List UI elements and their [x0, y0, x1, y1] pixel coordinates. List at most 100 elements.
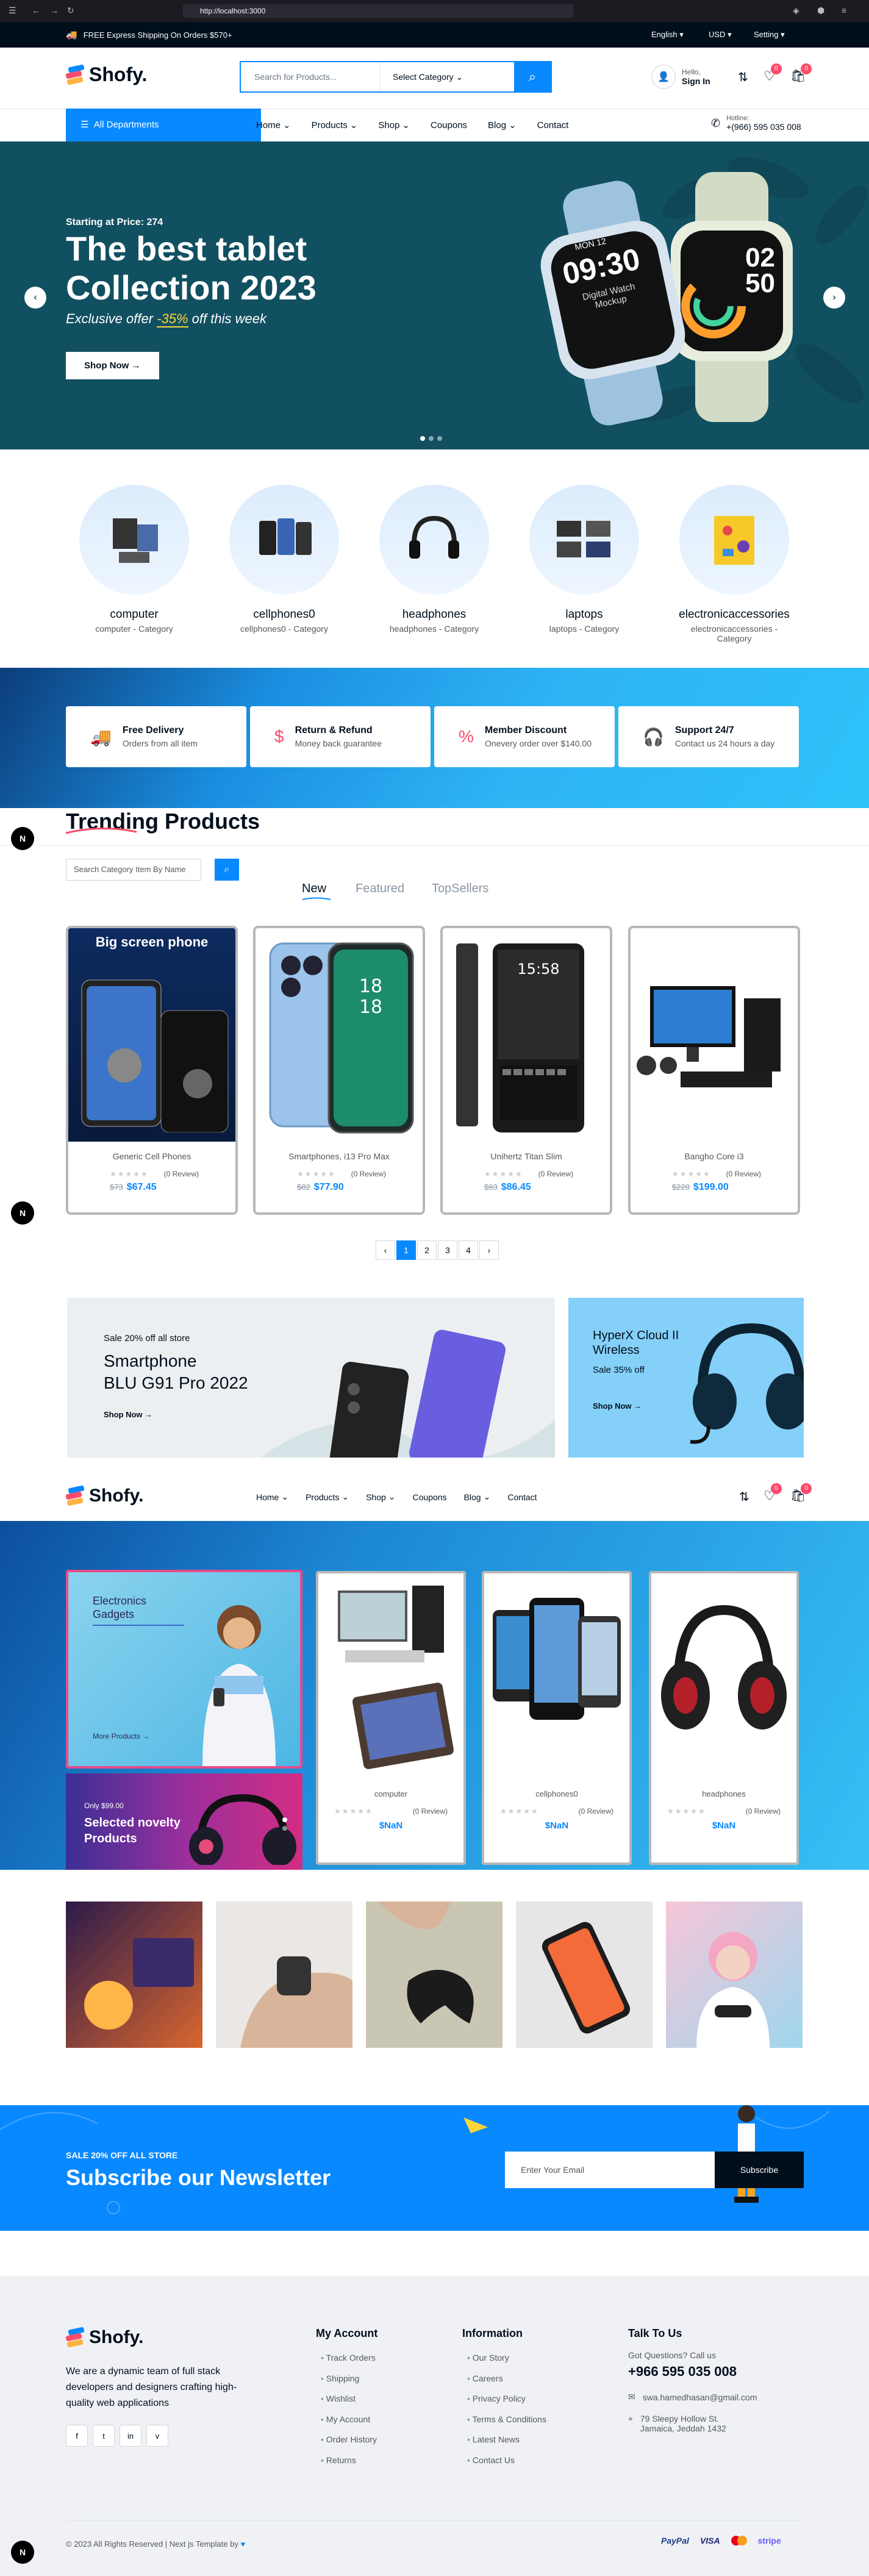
menu-shop[interactable]: Shop ⌄ [366, 1492, 395, 1502]
menu-shop[interactable]: Shop ⌄ [378, 120, 410, 131]
tab-featured[interactable]: Featured [356, 882, 404, 896]
footer-link[interactable]: Careers [467, 2369, 546, 2389]
footer-link[interactable]: Track Orders [321, 2348, 377, 2369]
page-1[interactable]: 1 [396, 1240, 416, 1260]
page-2[interactable]: 2 [417, 1240, 437, 1260]
floating-nextjs-button[interactable]: N [11, 1201, 34, 1225]
product-card[interactable]: 15:58 Unihertz Titan Slim ★★★★★ (0 Review… [440, 926, 612, 1215]
hero-prev-arrow[interactable]: ‹ [24, 287, 46, 309]
category-select[interactable]: Select Category ⌄ [380, 62, 514, 91]
footer-link[interactable]: My Account [321, 2410, 377, 2430]
hotline[interactable]: ✆ Hotline: +(966) 595 035 008 [711, 115, 801, 132]
menu-contact[interactable]: Contact [507, 1492, 537, 1502]
wishlist-icon[interactable]: ♡ 0 [764, 1483, 782, 1504]
footer-link[interactable]: Order History [321, 2430, 377, 2450]
category-headphones[interactable]: headphones headphones - Category [373, 485, 495, 634]
menu-products[interactable]: Products ⌄ [312, 120, 358, 131]
back-icon[interactable]: ← [32, 5, 40, 15]
electronics-gadgets-banner[interactable]: Electronics Gadgets More Products → [66, 1570, 302, 1769]
shield-icon[interactable]: ◈ [793, 5, 799, 16]
menu-blog[interactable]: Blog ⌄ [488, 120, 517, 131]
menu-contact[interactable]: Contact [537, 120, 569, 131]
footer-link[interactable]: Returns [321, 2450, 377, 2471]
category-electronicaccessories[interactable]: electronicaccessories electronicaccessor… [673, 485, 795, 643]
category-laptops[interactable]: laptops laptops - Category [523, 485, 645, 634]
extensions-icon[interactable]: ⬢ [817, 5, 824, 16]
gadget-card[interactable]: cellphones0 ★★★★★ (0 Review) $NaN [482, 1571, 632, 1865]
product-card[interactable]: Bangho Core i3 ★★★★★ (0 Review) $220 $199.… [628, 926, 800, 1215]
product-name[interactable]: Bangho Core i3 [631, 1151, 798, 1161]
address-bar[interactable]: http://localhost:3000 [183, 4, 573, 18]
category-cellphones0[interactable]: cellphones0 cellphones0 - Category [223, 485, 345, 634]
product-card[interactable]: Big screen phone Generic Cell Phones ★★★… [66, 926, 238, 1215]
currency-select[interactable]: USD ▾ [709, 30, 732, 40]
search-input[interactable]: Search for Products... [241, 62, 380, 91]
banner-headphones[interactable]: HyperX Cloud II Wireless Sale 35% off Sh… [568, 1298, 804, 1458]
cart-icon[interactable]: 🛍 0 [790, 1483, 812, 1503]
floating-nextjs-button[interactable]: N [11, 827, 34, 850]
product-name[interactable]: cellphones0 [484, 1789, 629, 1798]
menu-home[interactable]: Home ⌄ [256, 1492, 288, 1502]
product-name[interactable]: Smartphones, i13 Pro Max [256, 1151, 423, 1161]
site-logo[interactable]: Shofy. [65, 63, 147, 86]
menu-coupons[interactable]: Coupons [431, 120, 467, 131]
product-name[interactable]: computer [318, 1789, 463, 1798]
gadget-card[interactable]: computer ★★★★★ (0 Review) $NaN [316, 1571, 466, 1865]
category-search-input[interactable]: Search Category Item By Name [66, 859, 201, 881]
tab-new[interactable]: New [302, 882, 326, 896]
instagram-image-3[interactable] [366, 1902, 502, 2048]
footer-link[interactable]: Terms & Conditions [467, 2410, 546, 2430]
page-4[interactable]: 4 [459, 1240, 478, 1260]
footer-link[interactable]: Latest News [467, 2430, 546, 2450]
hero-next-arrow[interactable]: › [823, 287, 845, 309]
product-name[interactable]: headphones [651, 1789, 796, 1798]
tab-topsellers[interactable]: TopSellers [432, 882, 488, 896]
category-search-button[interactable]: ⌕ [215, 859, 239, 881]
page-prev[interactable]: ‹ [376, 1240, 395, 1260]
vimeo-icon[interactable]: v [146, 2425, 168, 2447]
search-button[interactable]: ⌕ [514, 62, 551, 91]
gadget-card[interactable]: headphones ★★★★★ (0 Review) $NaN [649, 1571, 799, 1865]
twitter-icon[interactable]: t [93, 2425, 115, 2447]
instagram-image-4[interactable] [516, 1902, 653, 2048]
more-products-link[interactable]: More Products → [93, 1732, 149, 1741]
product-name[interactable]: Generic Cell Phones [68, 1151, 235, 1161]
menu-coupons[interactable]: Coupons [413, 1492, 447, 1502]
footer-link[interactable]: Contact Us [467, 2450, 546, 2471]
category-computer[interactable]: computer computer - Category [73, 485, 195, 634]
hero-dot-2[interactable] [429, 436, 434, 441]
site-logo-sticky[interactable]: Shofy. [65, 1485, 143, 1506]
menu-blog[interactable]: Blog ⌄ [464, 1492, 491, 1502]
hero-shop-button[interactable]: Shop Now → [66, 352, 159, 379]
menu-icon[interactable]: ☰ [9, 5, 16, 16]
instagram-image-5[interactable] [666, 1902, 803, 2048]
compare-icon[interactable]: ⇅ [738, 70, 748, 85]
footer-link[interactable]: Shipping [321, 2369, 377, 2389]
facebook-icon[interactable]: f [66, 2425, 88, 2447]
instagram-image-1[interactable] [66, 1902, 202, 2048]
hero-dot-1[interactable] [420, 436, 425, 441]
menu-home[interactable]: Home ⌄ [256, 120, 291, 131]
subscribe-button[interactable]: Subscribe [715, 2152, 804, 2188]
newsletter-email-input[interactable]: Enter Your Email [505, 2152, 715, 2188]
footer-link[interactable]: Our Story [467, 2348, 546, 2369]
banner2-shop-button[interactable]: Shop Now → [593, 1401, 642, 1411]
footer-logo[interactable]: Shofy. [65, 2327, 143, 2348]
banner-smartphone[interactable]: Sale 20% off all store Smartphone BLU G9… [67, 1298, 555, 1458]
novelty-banner[interactable]: Only $99.00 Selected novelty Products [66, 1773, 302, 1870]
forward-icon[interactable]: → [50, 5, 59, 15]
footer-phone[interactable]: +966 595 035 008 [628, 2364, 737, 2380]
floating-nextjs-button[interactable]: N [11, 2541, 34, 2564]
reload-icon[interactable]: ↻ [67, 5, 74, 16]
page-next[interactable]: › [479, 1240, 499, 1260]
novelty-dot-2[interactable] [282, 1826, 287, 1831]
language-select[interactable]: English ▾ [651, 30, 684, 40]
banner-shop-button[interactable]: Shop Now → [104, 1410, 152, 1419]
all-departments-button[interactable]: ☰ All Departments [66, 109, 261, 141]
linkedin-icon[interactable]: in [120, 2425, 141, 2447]
cart-icon[interactable]: 🛍 0 [790, 63, 812, 84]
footer-email[interactable]: ✉ swa.hamedhasan@gmail.com [628, 2392, 757, 2402]
product-name[interactable]: Unihertz Titan Slim [443, 1151, 610, 1161]
menu-products[interactable]: Products ⌄ [306, 1492, 349, 1502]
sign-in-link[interactable]: 👤 Hello, Sign In [651, 65, 710, 89]
